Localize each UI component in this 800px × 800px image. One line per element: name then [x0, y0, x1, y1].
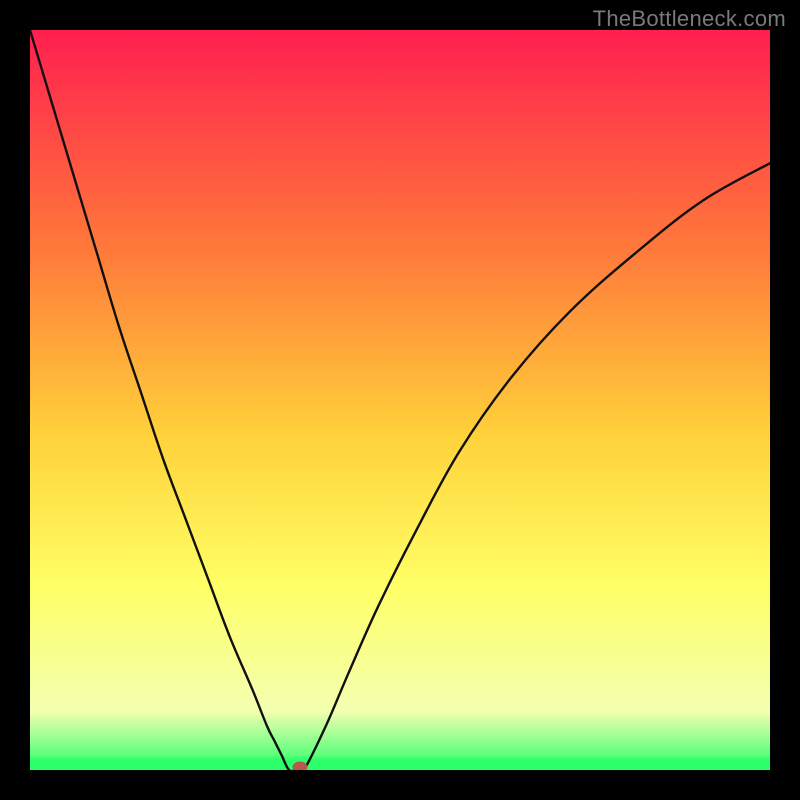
- optimal-point-marker: [293, 762, 308, 771]
- plot-area: [30, 30, 770, 770]
- watermark-label: TheBottleneck.com: [593, 6, 786, 32]
- bottleneck-curve: [30, 30, 770, 770]
- chart-frame: TheBottleneck.com: [0, 0, 800, 800]
